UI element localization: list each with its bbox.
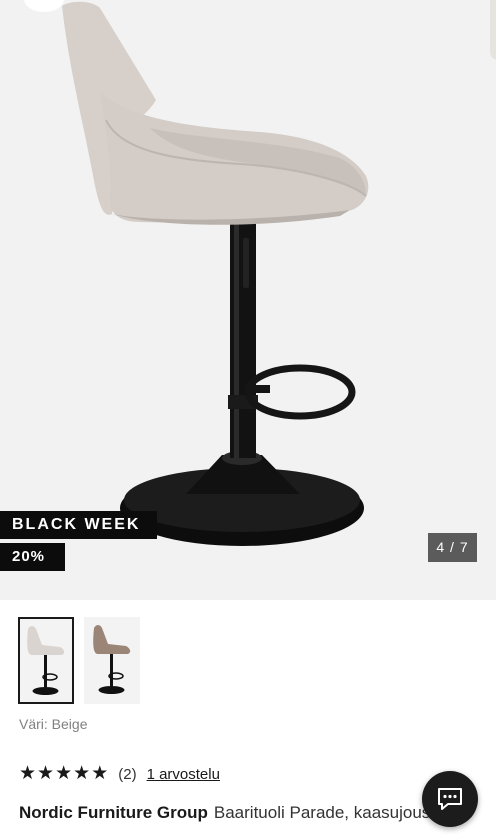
beige-stool-thumbnail[interactable] — [18, 617, 74, 704]
star-icon: ★ — [91, 763, 109, 784]
brown-stool-thumbnail-image — [93, 625, 131, 694]
beige-stool-thumbnail-image — [27, 626, 65, 695]
star-icon: ★ — [19, 763, 37, 784]
reviews-link[interactable]: 1 arvostelu — [147, 766, 220, 783]
discount-badge: 20% — [0, 543, 65, 571]
rating-stars: ★ ★ ★ ★ ★ — [19, 764, 108, 784]
brand-name[interactable]: Nordic Furniture Group — [19, 803, 208, 822]
star-icon: ★ — [37, 763, 55, 784]
star-icon: ★ — [55, 763, 73, 784]
black-week-badge: BLACK WEEK — [0, 511, 157, 539]
product-rating: ★ ★ ★ ★ ★ (2) 1 arvostelu — [19, 764, 220, 784]
rating-count: (2) — [118, 765, 137, 783]
product-image-gallery[interactable]: BLACK WEEK 20% 4 / 7 — [0, 0, 496, 600]
brown-stool-thumbnail[interactable] — [84, 617, 140, 704]
star-icon: ★ — [73, 763, 91, 784]
product-name: Baarituoli Parade, kaasujousi — [213, 803, 435, 822]
chat-icon — [438, 788, 462, 810]
chat-button[interactable] — [422, 771, 478, 827]
thumbnail-strip — [18, 617, 140, 704]
selected-color-label: Väri: Beige — [19, 716, 88, 732]
image-counter: 4 / 7 — [428, 533, 477, 562]
bar-stool-image — [62, 1, 369, 546]
